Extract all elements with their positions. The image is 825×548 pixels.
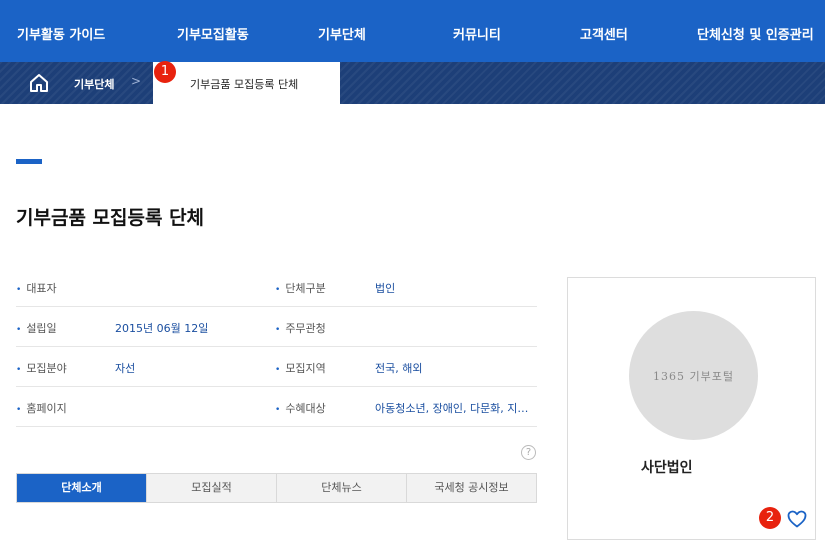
info-label: 주무관청: [275, 320, 325, 336]
breadcrumb-parent[interactable]: 기부단체: [74, 76, 114, 92]
info-row: 홈페이지 수혜대상 아동청소년, 장애인, 다문화, 지…: [16, 387, 537, 427]
title-accent-bar: [16, 159, 42, 164]
top-navigation: 기부활동 가이드 기부모집활동 기부단체 커뮤니티 고객센터 단체신청 및 인증…: [0, 0, 825, 62]
page-title: 기부금품 모집등록 단체: [16, 207, 205, 229]
logo: 1365 기부포털: [653, 369, 734, 383]
tab-introduction[interactable]: 단체소개: [17, 474, 146, 502]
info-label: 홈페이지: [16, 400, 66, 416]
info-value: 2015년 06월 12일: [115, 322, 209, 335]
annotation-badge-2: 2: [759, 507, 781, 529]
profile-card: 1365 기부포털 사단법인: [567, 277, 816, 540]
info-label: 모집지역: [275, 360, 325, 376]
nav-item-organizations[interactable]: 기부단체: [318, 24, 366, 43]
nav-item-community[interactable]: 커뮤니티: [453, 24, 501, 43]
info-label: 모집분야: [16, 360, 66, 376]
tab-news[interactable]: 단체뉴스: [276, 474, 406, 502]
info-row: 설립일 2015년 06월 12일 주무관청: [16, 307, 537, 347]
tab-tax-disclosure[interactable]: 국세청 공시정보: [406, 474, 536, 502]
breadcrumb-current[interactable]: 기부금품 모집등록 단체: [153, 62, 340, 104]
nav-item-registration[interactable]: 단체신청 및 인증관리: [697, 24, 814, 43]
info-row: 모집분야 자선 모집지역 전국, 해외: [16, 347, 537, 387]
info-value: 아동청소년, 장애인, 다문화, 지…: [375, 402, 529, 415]
info-row: 대표자 단체구분 법인: [16, 267, 537, 307]
annotation-badge-1: 1: [154, 61, 176, 83]
home-icon[interactable]: [27, 71, 51, 95]
info-label: 단체구분: [275, 280, 325, 296]
avatar: 1365 기부포털: [629, 311, 758, 440]
breadcrumb: 기부단체 >: [0, 62, 825, 104]
info-label: 설립일: [16, 320, 56, 336]
organization-type: 사단법인: [641, 460, 693, 476]
info-label: 대표자: [16, 280, 56, 296]
info-value: 법인: [375, 282, 396, 295]
heart-icon[interactable]: [787, 510, 807, 528]
nav-item-customer-center[interactable]: 고객센터: [580, 24, 628, 43]
breadcrumb-separator-icon: >: [131, 74, 142, 88]
info-label: 수혜대상: [275, 400, 325, 416]
info-value: 전국, 해외: [375, 362, 423, 375]
help-icon[interactable]: ?: [521, 445, 536, 460]
nav-item-donation-guide[interactable]: 기부활동 가이드: [17, 24, 105, 43]
tab-fundraising-results[interactable]: 모집실적: [146, 474, 276, 502]
info-value: 자선: [115, 362, 136, 375]
tab-bar: 단체소개 모집실적 단체뉴스 국세청 공시정보: [16, 473, 537, 503]
nav-item-fundraising[interactable]: 기부모집활동: [177, 24, 249, 43]
